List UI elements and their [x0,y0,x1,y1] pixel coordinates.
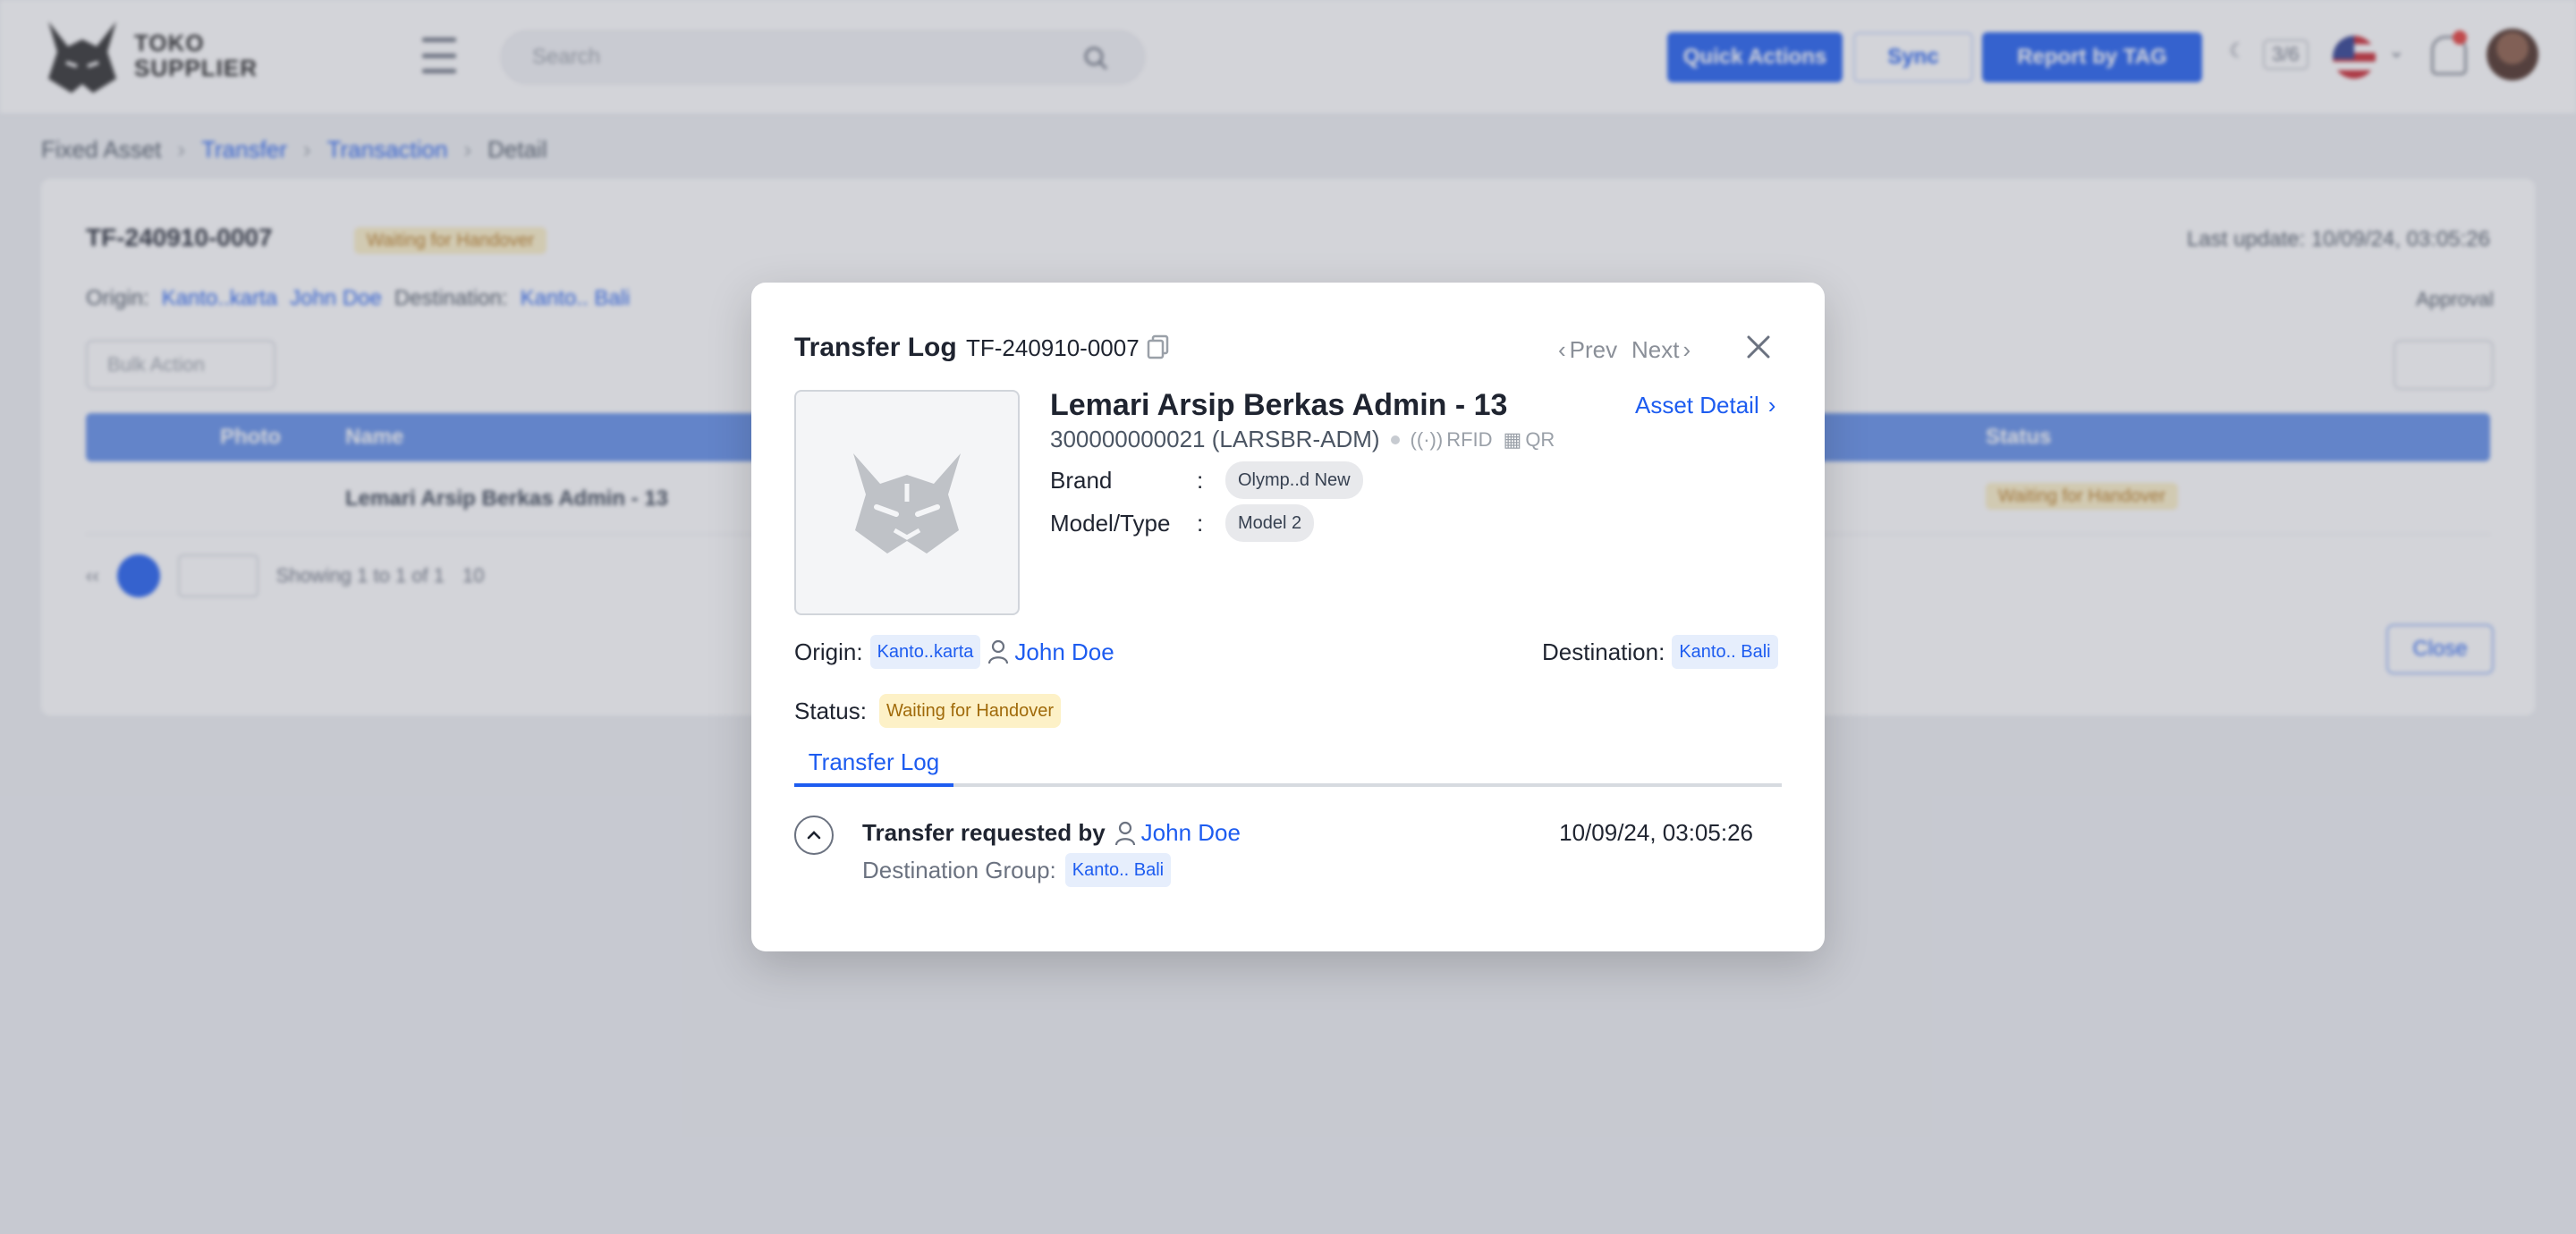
model-chip: Model 2 [1225,504,1315,542]
next-button[interactable]: Next › [1631,336,1690,364]
asset-code-row: 300000000021 (LARSBR-ADM) ((·)) RFID ▦ Q… [1050,426,1555,453]
origin-user-link[interactable]: John Doe [987,638,1114,666]
origin-label: Origin: [794,638,863,665]
brand-chip: Olymp..d New [1225,461,1363,499]
close-icon[interactable] [1744,333,1773,361]
asset-photo-placeholder [794,390,1020,615]
tab-bar: Transfer Log [794,740,1782,787]
log-user-link[interactable]: John Doe [1114,819,1241,847]
prev-button[interactable]: ‹ Prev [1558,336,1617,364]
brand-row: Brand : Olymp..d New [1050,461,1363,499]
origin-chip[interactable]: Kanto..karta [869,635,981,669]
separator-dot [1390,435,1400,444]
copy-icon[interactable] [1147,334,1170,359]
chevron-up-icon [807,831,821,840]
log-entry-detail: Destination Group: Kanto.. Bali [862,853,1172,887]
transfer-log-modal: Transfer Log TF-240910-0007 ‹ Prev Next … [751,283,1825,951]
model-label: Model/Type [1050,510,1171,537]
collapse-button[interactable] [794,816,834,855]
rfid-tag: ((·)) RFID [1411,428,1493,452]
origin-user-name: John Doe [1014,638,1114,665]
model-row: Model/Type : Model 2 [1050,504,1315,542]
asset-name: Lemari Arsip Berkas Admin - 13 [1050,388,1508,422]
status-badge: Waiting for Handover [878,694,1062,728]
log-entry-title: Transfer requested by John Doe [862,819,1241,847]
asset-detail-link[interactable]: Asset Detail › [1635,392,1775,419]
next-label: Next [1631,336,1680,363]
tab-transfer-log[interactable]: Transfer Log [794,740,953,787]
prev-label: Prev [1569,336,1618,363]
chevron-right-icon: › [1767,392,1776,418]
asset-detail-label: Asset Detail [1635,392,1759,418]
transfer-code: TF-240910-0007 [966,334,1140,361]
destination-chip[interactable]: Kanto.. Bali [1672,635,1778,669]
origin-row: Origin: Kanto..karta John Doe [794,635,1114,669]
destination-label: Destination: [1542,638,1665,665]
modal-title: Transfer Log [794,333,957,362]
qr-tag: ▦ QR [1504,428,1555,452]
rfid-icon: ((·)) [1410,427,1444,451]
brand-label: Brand [1050,467,1113,494]
asset-code: 300000000021 (LARSBR-ADM) [1050,426,1380,452]
samurai-helmet-icon [853,453,961,554]
log-timestamp: 10/09/24, 03:05:26 [1559,819,1753,846]
chevron-right-icon: › [1682,336,1691,363]
qr-icon: ▦ [1503,427,1522,451]
destination-group-label: Destination Group: [862,856,1056,883]
status-label: Status: [794,697,867,724]
status-row: Status: Waiting for Handover [794,694,1062,728]
user-icon [1114,821,1135,845]
destination-row: Destination: Kanto.. Bali [1542,635,1778,669]
qr-label: QR [1525,427,1555,451]
log-user-name: John Doe [1140,819,1241,846]
chevron-left-icon: ‹ [1558,336,1566,363]
destination-group-chip[interactable]: Kanto.. Bali [1064,853,1172,887]
log-action: Transfer requested by [862,819,1106,846]
rfid-label: RFID [1446,427,1493,451]
user-icon [988,639,1009,664]
